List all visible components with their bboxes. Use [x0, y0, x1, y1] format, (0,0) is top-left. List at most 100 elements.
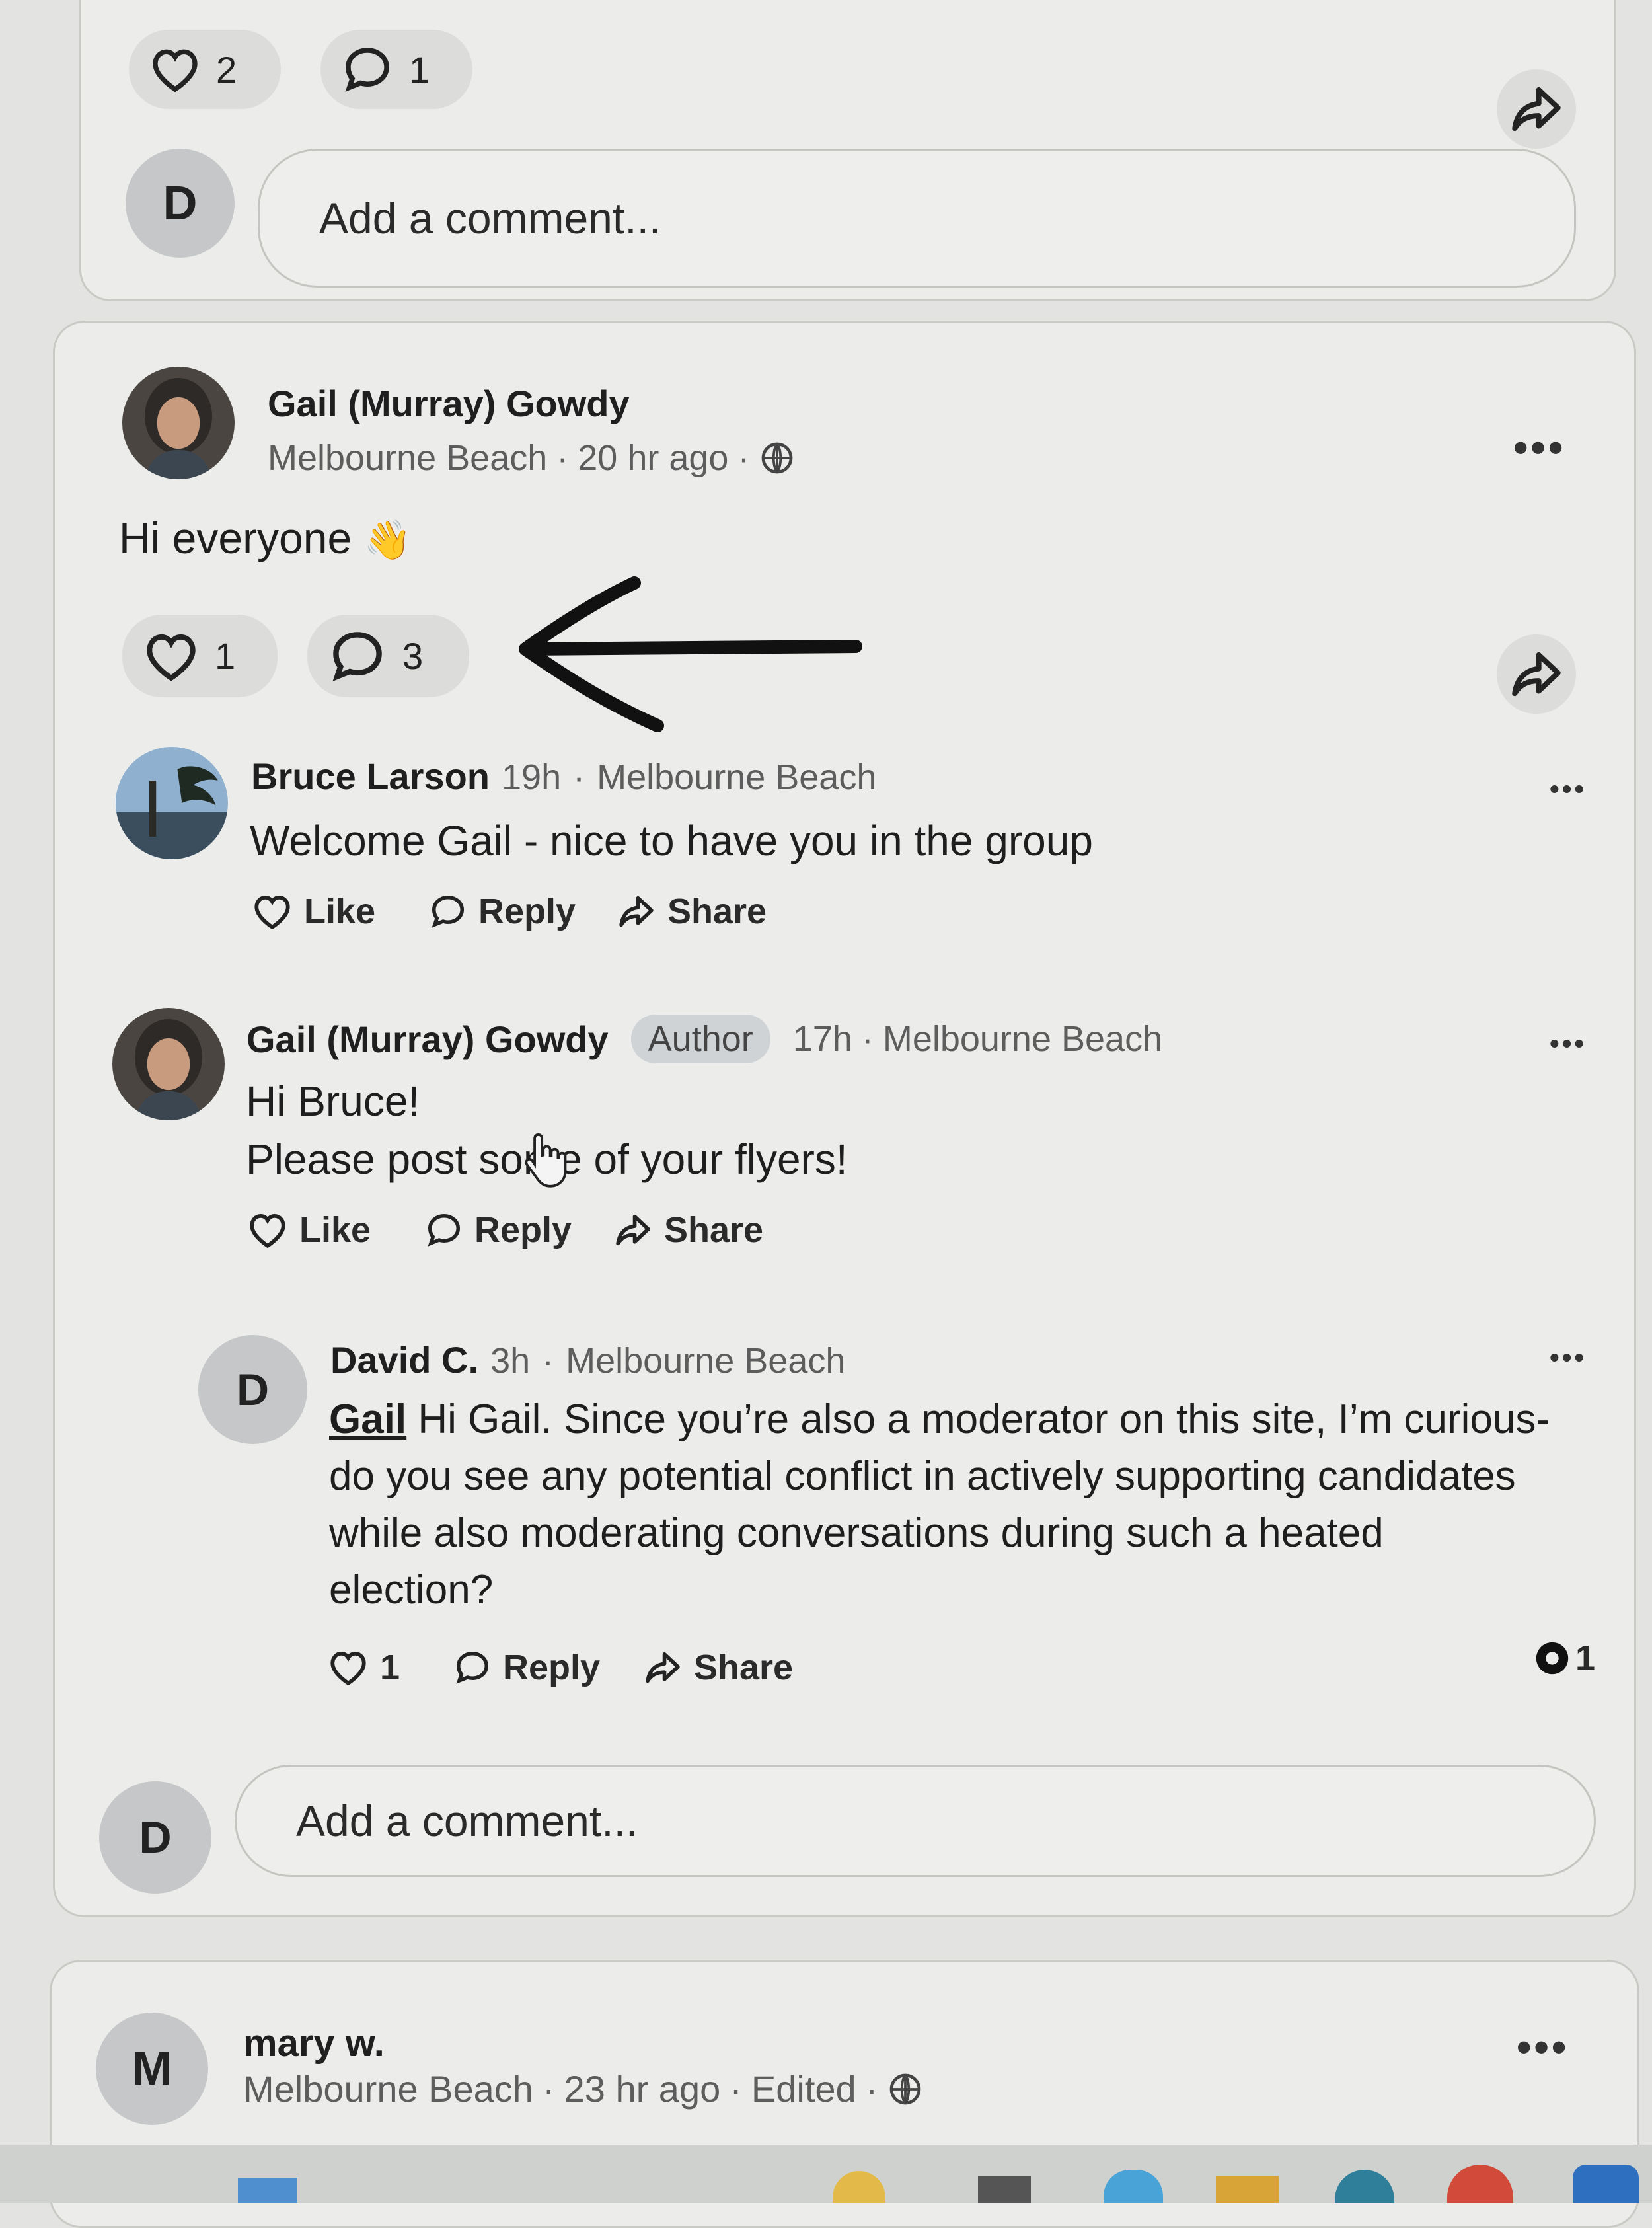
taskbar	[0, 2145, 1652, 2203]
edited-label: Edited	[751, 2068, 856, 2110]
top-post-share-button[interactable]	[1497, 69, 1576, 149]
comment-icon	[327, 626, 388, 687]
meta-separator: ·	[865, 2068, 878, 2110]
commenter-avatar[interactable]	[116, 747, 228, 859]
comment-header: Gail (Murray) Gowdy Author 17h · Melbour…	[246, 1015, 1162, 1063]
comment-location: Melbourne Beach	[566, 1341, 846, 1381]
comment-count: 3	[402, 635, 424, 677]
taskbar-app-icon[interactable]	[1216, 2176, 1279, 2203]
taskbar-app-icon[interactable]	[978, 2176, 1031, 2203]
like-count: 2	[216, 48, 237, 91]
comment-location: Melbourne Beach	[597, 757, 877, 797]
like-button[interactable]: Like	[251, 891, 375, 932]
comment-time: 19h	[502, 757, 562, 797]
meta-separator: ·	[542, 2068, 555, 2110]
comment-icon	[428, 892, 468, 931]
commenter-name[interactable]: Gail (Murray) Gowdy	[246, 1018, 609, 1061]
taskbar-app-icon[interactable]	[1104, 2170, 1163, 2203]
share-icon	[642, 1649, 683, 1686]
arrow-annotation	[519, 576, 862, 732]
comment-more-icon[interactable]: •••	[1550, 1028, 1587, 1059]
author-avatar[interactable]	[122, 367, 235, 479]
commenter-name[interactable]: David C.	[330, 1338, 478, 1381]
post-time: 23 hr ago	[564, 2068, 721, 2110]
share-icon	[1507, 648, 1566, 701]
next-post-meta: Melbourne Beach · 23 hr ago · Edited ·	[243, 2067, 924, 2110]
taskbar-app-icon[interactable]	[833, 2171, 885, 2203]
comment-more-icon[interactable]: •••	[1550, 1342, 1587, 1373]
post-meta: Melbourne Beach · 20 hr ago ·	[268, 438, 796, 479]
post-comment-input[interactable]: Add a comment...	[235, 1765, 1596, 1877]
reaction-indicator[interactable]: 1	[1533, 1638, 1595, 1679]
comment-icon	[424, 1210, 464, 1250]
comment-placeholder: Add a comment...	[296, 1796, 638, 1845]
comment-header: Bruce Larson 19h · Melbourne Beach	[251, 755, 876, 798]
commenter-name[interactable]: Bruce Larson	[251, 755, 490, 798]
heart-icon	[142, 630, 200, 683]
meta-separator: ·	[556, 438, 569, 478]
comment-more-icon[interactable]: •••	[1550, 773, 1587, 805]
heart-icon	[246, 1211, 289, 1249]
post-more-icon[interactable]: •••	[1513, 423, 1565, 472]
globe-icon	[759, 440, 796, 477]
comment-count: 1	[409, 48, 430, 91]
taskbar-app-icon[interactable]	[1573, 2165, 1639, 2203]
reply-button[interactable]: Reply	[428, 891, 576, 932]
heart-icon	[149, 45, 202, 94]
like-button[interactable]: 1	[327, 1647, 400, 1688]
share-button[interactable]: Share	[613, 1210, 763, 1250]
comment-icon	[340, 42, 394, 96]
current-user-avatar: D	[99, 1781, 211, 1894]
meta-separator: ·	[573, 757, 585, 797]
mention-link[interactable]: Gail	[329, 1397, 406, 1442]
like-count: 1	[215, 635, 236, 677]
next-post-avatar[interactable]: M	[96, 2013, 208, 2125]
commenter-avatar[interactable]: D	[198, 1335, 307, 1444]
comment-icon	[453, 1648, 492, 1687]
comment-location: Melbourne Beach	[882, 1019, 1163, 1059]
post-location: Melbourne Beach	[243, 2068, 533, 2110]
reaction-icon	[1533, 1639, 1571, 1677]
next-post-more-icon[interactable]: •••	[1517, 2022, 1569, 2071]
hand-cursor-icon	[522, 1130, 568, 1190]
post-like-button[interactable]: 1	[122, 615, 278, 697]
heart-icon	[251, 892, 293, 931]
current-user-avatar: D	[126, 149, 235, 258]
reply-button[interactable]: Reply	[424, 1210, 572, 1250]
post-time: 20 hr ago	[578, 438, 729, 478]
taskbar-app-icon[interactable]	[1447, 2165, 1513, 2203]
waving-hand-icon: 👋	[363, 519, 412, 562]
post-text: Hi everyone 👋	[119, 514, 412, 562]
post-author-name[interactable]: Gail (Murray) Gowdy	[268, 382, 630, 425]
share-button[interactable]: Share	[616, 891, 767, 932]
meta-separator: ·	[542, 1341, 554, 1381]
comment-time: 17h	[792, 1019, 852, 1059]
top-post-comment-input[interactable]: Add a comment...	[258, 149, 1576, 288]
author-badge: Author	[630, 1015, 770, 1063]
comment-text: Gail Hi Gail. Since you’re also a modera…	[329, 1397, 1550, 1613]
share-button[interactable]: Share	[642, 1647, 793, 1688]
meta-separator: ·	[730, 2068, 742, 2110]
top-post-like-button[interactable]: 2	[129, 30, 281, 109]
commenter-avatar[interactable]	[112, 1008, 225, 1120]
share-icon	[1507, 83, 1566, 135]
meta-separator: ·	[861, 1019, 874, 1059]
comment-text: Welcome Gail - nice to have you in the g…	[250, 817, 1093, 864]
post-comment-button[interactable]: 3	[307, 615, 469, 697]
comment-header: David C. 3h · Melbourne Beach	[330, 1338, 845, 1381]
comment-placeholder: Add a comment...	[319, 194, 661, 243]
like-button[interactable]: Like	[246, 1210, 371, 1250]
heart-icon	[327, 1648, 369, 1687]
start-icon[interactable]	[238, 2178, 297, 2203]
taskbar-app-icon[interactable]	[1335, 2170, 1394, 2203]
comment-time: 3h	[490, 1341, 531, 1381]
share-icon	[616, 893, 657, 930]
reply-button[interactable]: Reply	[453, 1647, 600, 1688]
globe-icon	[887, 2071, 924, 2108]
top-post-comment-button[interactable]: 1	[320, 30, 472, 109]
share-icon	[613, 1211, 654, 1248]
post-share-button[interactable]	[1497, 634, 1576, 714]
meta-separator: ·	[737, 438, 750, 478]
post-location: Melbourne Beach	[268, 438, 548, 478]
next-post-author[interactable]: mary w.	[243, 2021, 385, 2065]
